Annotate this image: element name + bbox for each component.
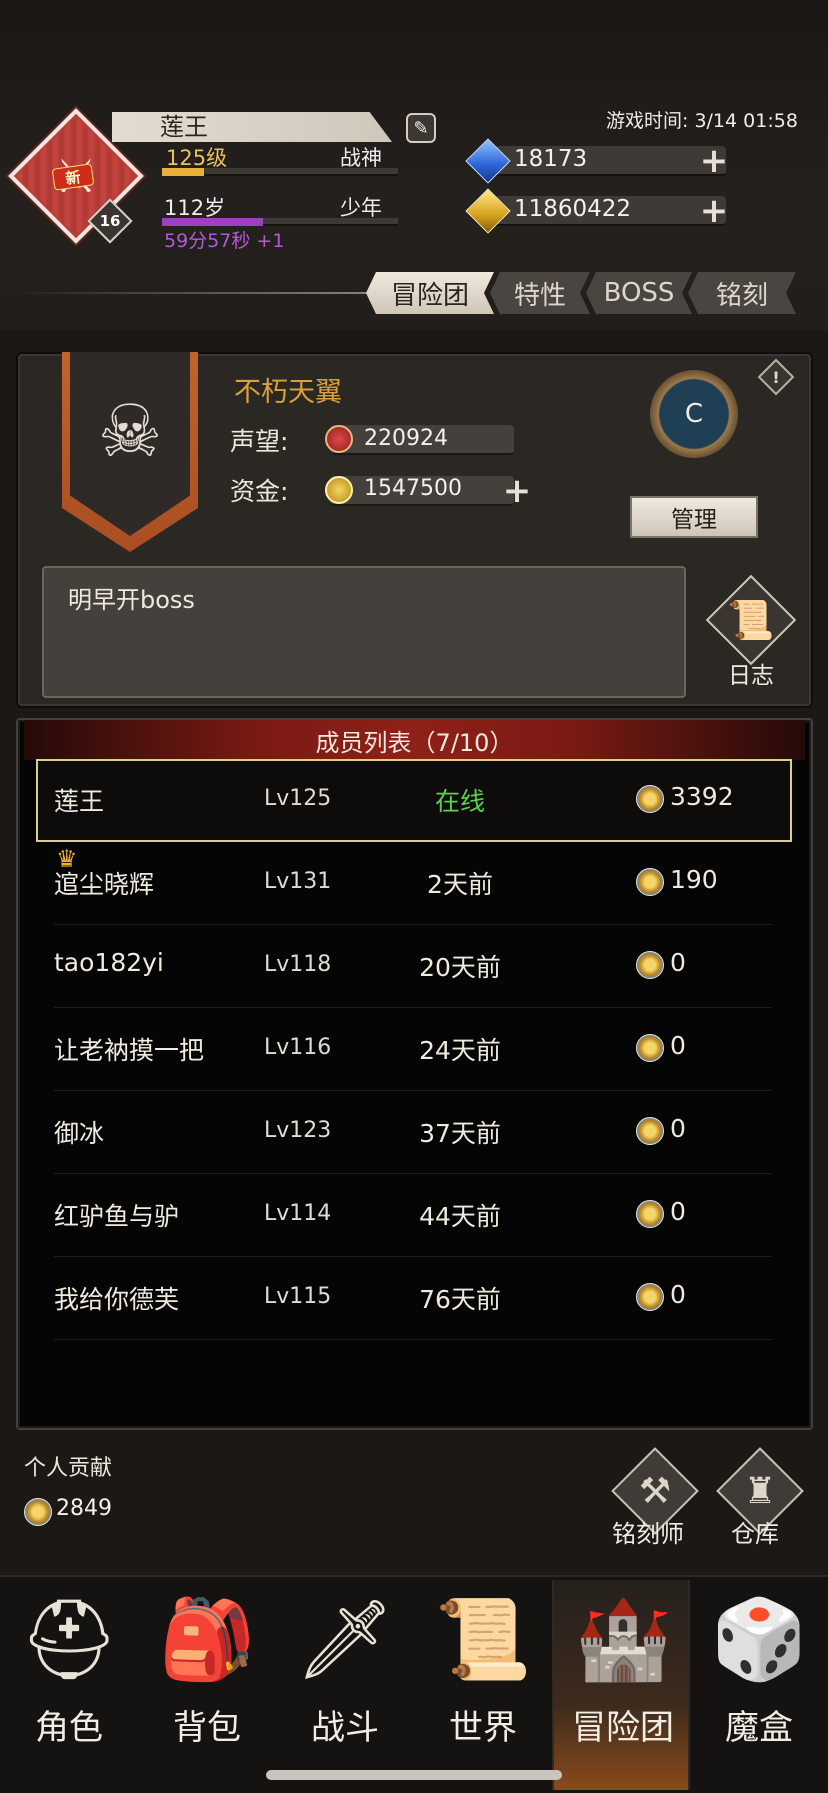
warehouse-label[interactable]: 仓库	[731, 1514, 779, 1549]
member-contribution: 0	[670, 948, 686, 977]
member-status: 37天前	[419, 1119, 501, 1148]
guild-rank-letter: C	[684, 399, 704, 429]
avatar-level-value: 16	[99, 212, 121, 230]
home-indicator[interactable]	[266, 1770, 562, 1780]
helmet-icon: ⛑	[19, 1594, 119, 1685]
prestige-coin-icon	[325, 425, 353, 453]
nav-adventure-group[interactable]: 🏰 冒险团	[552, 1580, 690, 1790]
castle-icon: 🏰	[574, 1594, 672, 1685]
member-name: 红驴鱼与驴	[54, 1202, 180, 1231]
member-level: Lv125	[264, 786, 332, 811]
member-status: 2天前	[427, 870, 493, 899]
member-name: 逭尘晓辉	[54, 870, 155, 899]
personal-contribution-value: 2849	[56, 1496, 112, 1521]
member-name: 御冰	[54, 1119, 105, 1148]
tab-engrave[interactable]: 铭刻	[688, 272, 796, 314]
member-name: 让老衲摸一把	[54, 1036, 205, 1065]
nav-backpack[interactable]: 🎒 背包	[138, 1580, 276, 1790]
add-funds-button[interactable]: +	[503, 474, 532, 508]
tab-adventure-group[interactable]: 冒险团	[366, 272, 494, 314]
age-timer: 59分57秒 +1	[164, 230, 285, 252]
member-name: tao182yi	[54, 948, 164, 977]
member-level: Lv115	[264, 1284, 332, 1309]
guild-notice-text: 明早开boss	[68, 586, 195, 614]
contribution-coin-icon	[636, 868, 664, 896]
nav-world[interactable]: 📜 世界	[414, 1580, 552, 1790]
tab-boss[interactable]: BOSS	[586, 272, 692, 314]
member-list-title: 成员列表（7/10）	[315, 728, 514, 757]
prestige-value: 220924	[364, 426, 448, 451]
xp-bar-fill	[162, 168, 204, 176]
contribution-coin-icon	[636, 1034, 664, 1062]
member-contribution: 190	[670, 865, 718, 894]
contribution-coin-icon	[636, 1200, 664, 1228]
member-contribution: 3392	[670, 782, 734, 811]
contribution-coin-icon	[636, 1283, 664, 1311]
funds-coin-icon	[325, 476, 353, 504]
scroll-map-icon: 📜	[434, 1594, 532, 1685]
manage-button[interactable]: 管理	[630, 496, 758, 538]
game-time: 游戏时间: 3/14 01:58	[606, 110, 798, 132]
personal-contribution-label: 个人贡献	[24, 1456, 113, 1481]
nav-label: 冒险团	[572, 1708, 674, 1748]
prestige-label: 声望:	[230, 427, 289, 456]
backpack-icon: 🎒	[158, 1594, 256, 1685]
sword-shield-icon: 🗡	[295, 1594, 395, 1685]
member-level: Lv131	[264, 869, 332, 894]
nav-label: 角色	[35, 1708, 103, 1748]
contribution-coin-icon	[636, 785, 664, 813]
gem-count: 18173	[514, 146, 588, 172]
member-level: Lv114	[264, 1201, 332, 1226]
nav-label: 背包	[173, 1708, 241, 1748]
funds-value: 1547500	[364, 476, 462, 501]
nav-label: 魔盒	[725, 1708, 793, 1748]
member-status: 44天前	[419, 1202, 501, 1231]
player-name: 莲王	[160, 113, 208, 141]
funds-label: 资金:	[230, 477, 289, 506]
nav-magic-box[interactable]: 🎲 魔盒	[690, 1580, 828, 1790]
member-contribution: 0	[670, 1114, 686, 1143]
horned-skull-emblem-icon: ☠	[97, 389, 163, 473]
member-contribution: 0	[670, 1031, 686, 1060]
member-status: 76天前	[419, 1285, 501, 1314]
add-gold-button[interactable]: +	[700, 194, 729, 228]
info-icon-glyph: !	[772, 367, 780, 387]
tab-divider	[0, 292, 370, 294]
member-name: 我给你德芙	[54, 1285, 180, 1314]
gold-count: 11860422	[514, 196, 632, 222]
magic-box-icon: 🎲	[710, 1594, 808, 1685]
tab-traits[interactable]: 特性	[490, 272, 590, 314]
age-bar-fill	[162, 218, 263, 226]
member-status: 20天前	[419, 953, 501, 982]
name-plate	[112, 112, 392, 142]
nav-label: 战斗	[311, 1708, 379, 1748]
scroll-quill-icon: 📜	[727, 597, 775, 642]
contribution-coin-icon	[24, 1498, 52, 1526]
member-status: 在线	[434, 787, 485, 816]
contribution-coin-icon	[636, 1117, 664, 1145]
nav-battle[interactable]: 🗡 战斗	[276, 1580, 414, 1790]
member-level: Lv118	[264, 952, 332, 977]
member-status: 24天前	[419, 1036, 501, 1065]
nav-character[interactable]: ⛑ 角色	[0, 1580, 138, 1790]
member-contribution: 0	[670, 1280, 686, 1309]
nav-label: 世界	[449, 1708, 517, 1748]
member-level: Lv116	[264, 1035, 332, 1060]
member-contribution: 0	[670, 1197, 686, 1226]
guild-name: 不朽天翼	[234, 377, 342, 408]
log-label[interactable]: 日志	[728, 656, 774, 690]
add-gems-button[interactable]: +	[700, 144, 729, 178]
member-name: 莲王	[54, 787, 105, 816]
contribution-coin-icon	[636, 951, 664, 979]
edit-icon[interactable]: ✎	[406, 113, 436, 143]
member-level: Lv123	[264, 1118, 332, 1143]
engraver-label[interactable]: 铭刻师	[612, 1514, 684, 1549]
